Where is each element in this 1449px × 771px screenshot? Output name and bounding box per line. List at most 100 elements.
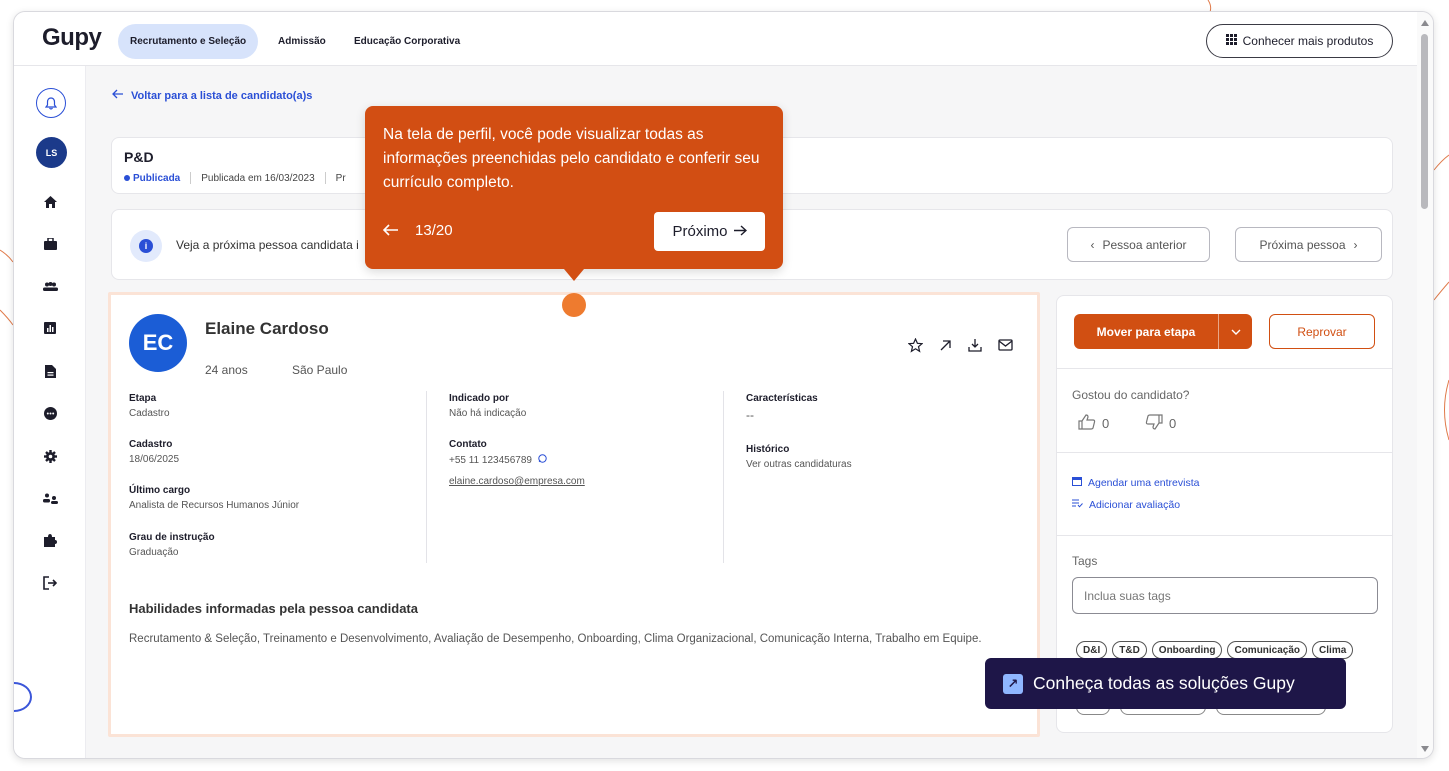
- next-person-text: Veja a próxima pessoa candidata i: [176, 238, 359, 252]
- share-icon[interactable]: [937, 337, 953, 353]
- job-extra: Pr: [335, 172, 346, 184]
- candidate-name: Elaine Cardoso: [205, 319, 329, 338]
- puzzle-icon[interactable]: [40, 530, 60, 550]
- phone-number: +55 11 123456789: [449, 454, 532, 466]
- liked-question: Gostou do candidato?: [1072, 388, 1190, 402]
- people-icon[interactable]: [40, 276, 60, 296]
- tour-prev-button[interactable]: [382, 223, 399, 240]
- products-button-label: Conhecer mais produtos: [1242, 34, 1374, 48]
- mail-icon[interactable]: [997, 337, 1013, 353]
- tour-text: Na tela de perfil, você pode visualizar …: [383, 126, 760, 191]
- field-grau-instrucao: Grau de instrução Graduação: [129, 532, 215, 558]
- logout-icon[interactable]: [40, 573, 60, 593]
- tag-list: D&I T&D Onboarding Comunicação Clima: [1076, 641, 1354, 659]
- tab-recrutamento[interactable]: Recrutamento e Seleção: [118, 24, 259, 59]
- skills-text: Recrutamento & Seleção, Treinamento e De…: [129, 633, 982, 645]
- scroll-down-icon[interactable]: [1421, 746, 1429, 752]
- back-link-label: Voltar para a lista de candidato(a)s: [131, 89, 313, 102]
- candidate-avatar: EC: [129, 314, 187, 372]
- grid-icon: [1225, 34, 1237, 48]
- job-meta: Publicada Publicada em 16/03/2023 Pr: [124, 172, 346, 184]
- field-historico: Histórico Ver outras candidaturas: [746, 444, 852, 470]
- chevron-left-icon: ‹: [1090, 237, 1095, 252]
- info-icon: i: [130, 230, 162, 262]
- reject-button[interactable]: Reprovar: [1269, 314, 1375, 349]
- scroll-up-icon[interactable]: [1421, 20, 1429, 26]
- tag-chip[interactable]: Onboarding: [1151, 641, 1223, 659]
- settings-icon[interactable]: [40, 446, 60, 466]
- field-contato: Contato +55 11 123456789 elaine.cardoso@…: [449, 439, 585, 487]
- tags-input[interactable]: Inclua suas tags: [1072, 577, 1378, 614]
- job-title: P&D: [124, 149, 154, 165]
- gupy-logo[interactable]: Gupy: [42, 24, 102, 52]
- field-cadastro: Cadastro 18/06/2025: [129, 439, 180, 465]
- tour-next-button[interactable]: Próximo: [654, 212, 765, 251]
- evaluation-icon: [1072, 499, 1083, 511]
- chat-icon[interactable]: [40, 403, 60, 423]
- previous-person-label: Pessoa anterior: [1102, 237, 1187, 252]
- star-icon[interactable]: [907, 337, 923, 353]
- field-indicado-por: Indicado por Não há indicação: [449, 393, 527, 419]
- field-caracteristicas: Características --: [746, 393, 818, 422]
- download-icon[interactable]: [967, 337, 983, 353]
- previous-person-button[interactable]: ‹ Pessoa anterior: [1067, 227, 1210, 262]
- team-icon[interactable]: [40, 488, 60, 508]
- scroll-thumb[interactable]: [1421, 34, 1428, 209]
- whatsapp-icon[interactable]: [538, 454, 547, 466]
- field-ultimo-cargo: Último cargo Analista de Recursos Humano…: [129, 485, 300, 511]
- bell-icon[interactable]: [36, 88, 66, 118]
- move-stage-button[interactable]: Mover para etapa: [1074, 314, 1252, 349]
- calendar-icon: [1072, 476, 1082, 489]
- external-link-icon: ↗: [1003, 673, 1023, 694]
- candidate-actions: [907, 337, 1013, 353]
- scrollbar[interactable]: [1417, 12, 1433, 758]
- candidate-profile-card: EC Elaine Cardoso 24 anos São Paulo Etap…: [108, 292, 1040, 737]
- move-stage-label: Mover para etapa: [1096, 324, 1196, 339]
- tag-chip[interactable]: D&I: [1076, 641, 1108, 659]
- like-button[interactable]: 0: [1078, 414, 1109, 433]
- tour-next-label: Próximo: [672, 223, 728, 240]
- sidebar: LS: [14, 66, 86, 758]
- tag-chip[interactable]: Clima: [1312, 641, 1354, 659]
- tab-admissao[interactable]: Admissão: [266, 24, 338, 59]
- document-icon[interactable]: [40, 361, 60, 381]
- skills-title: Habilidades informadas pela pessoa candi…: [129, 601, 418, 616]
- products-button[interactable]: Conhecer mais produtos: [1206, 24, 1393, 58]
- dislike-button[interactable]: 0: [1145, 414, 1176, 433]
- thumbs-down-icon: [1145, 414, 1163, 433]
- user-avatar[interactable]: LS: [36, 137, 67, 168]
- tooltip-caret: [564, 269, 584, 281]
- tour-tooltip: Na tela de perfil, você pode visualizar …: [365, 106, 783, 281]
- arrow-left-icon: [112, 89, 123, 102]
- candidate-city: São Paulo: [292, 363, 348, 377]
- app-window: Gupy Recrutamento e Seleção Admissão Edu…: [13, 11, 1434, 759]
- tab-educacao[interactable]: Educação Corporativa: [342, 24, 472, 59]
- add-evaluation-link[interactable]: Adicionar avaliação: [1072, 499, 1180, 511]
- dislikes-count: 0: [1169, 416, 1177, 431]
- tag-chip[interactable]: T&D: [1112, 641, 1147, 659]
- chart-icon[interactable]: [40, 318, 60, 338]
- likes-count: 0: [1102, 416, 1110, 431]
- published-date: Publicada em 16/03/2023: [201, 172, 315, 184]
- candidate-age: 24 anos: [205, 363, 248, 377]
- tag-chip[interactable]: Comunicação: [1227, 641, 1308, 659]
- back-link[interactable]: Voltar para a lista de candidato(a)s: [112, 89, 312, 102]
- home-icon[interactable]: [40, 192, 60, 212]
- solutions-banner[interactable]: ↗ Conheça todas as soluções Gupy: [985, 658, 1346, 709]
- status-badge: Publicada: [124, 173, 180, 184]
- tags-label: Tags: [1072, 554, 1098, 568]
- chevron-right-icon: ›: [1353, 237, 1358, 252]
- field-etapa: Etapa Cadastro: [129, 393, 170, 419]
- next-person-label: Próxima pessoa: [1259, 237, 1346, 252]
- email-link[interactable]: elaine.cardoso@empresa.com: [449, 476, 585, 487]
- thumbs-up-icon: [1078, 414, 1096, 433]
- briefcase-icon[interactable]: [40, 234, 60, 254]
- tour-counter: 13/20: [415, 222, 453, 239]
- schedule-interview-link[interactable]: Agendar uma entrevista: [1072, 476, 1199, 489]
- chevron-down-icon[interactable]: [1219, 329, 1252, 335]
- tour-hotspot[interactable]: [562, 293, 586, 317]
- next-person-button[interactable]: Próxima pessoa ›: [1235, 227, 1382, 262]
- top-bar: Gupy Recrutamento e Seleção Admissão Edu…: [14, 12, 1419, 66]
- other-applications-link[interactable]: Ver outras candidaturas: [746, 459, 852, 470]
- arrow-right-icon: [733, 223, 747, 240]
